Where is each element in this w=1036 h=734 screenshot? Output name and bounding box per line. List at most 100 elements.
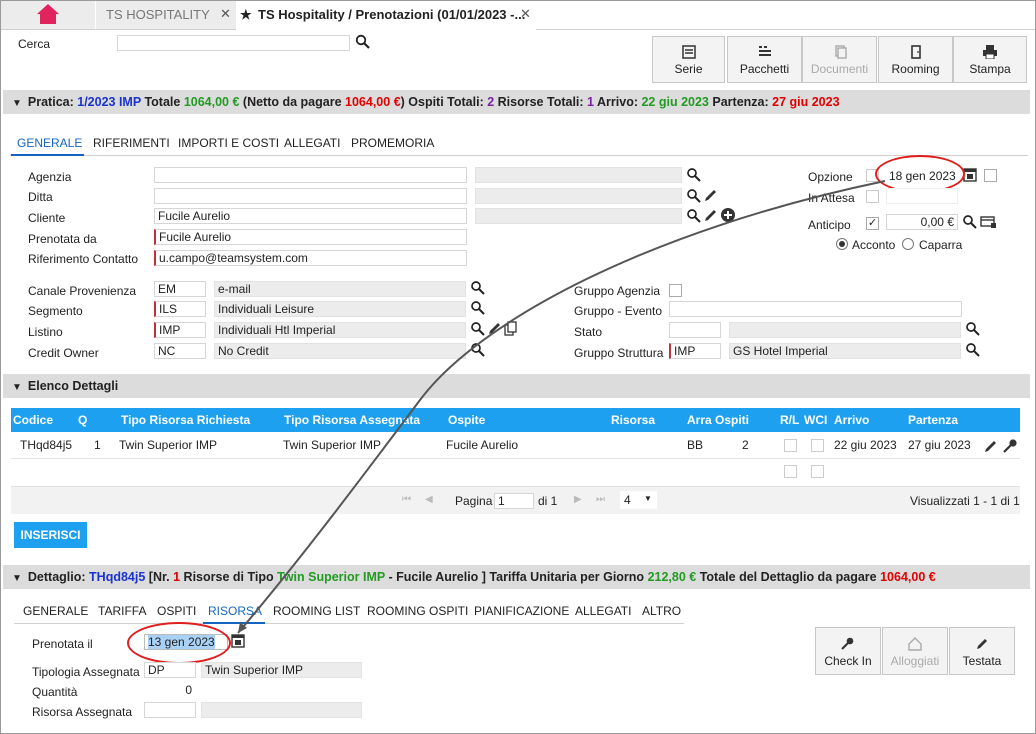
col-risorsa[interactable]: Risorsa <box>611 413 655 427</box>
rl-checkbox-empty[interactable] <box>784 465 797 478</box>
dettaglio-bar[interactable]: ▼ Dettaglio: THqd84j5 [Nr. 1 Risorse di T… <box>3 565 1030 589</box>
col-partenza[interactable]: Partenza <box>908 413 958 427</box>
rooming-button[interactable]: Rooming <box>878 36 953 83</box>
gruppo-evento-input[interactable] <box>669 301 962 317</box>
acconto-radio[interactable] <box>836 238 848 250</box>
lookup-icon[interactable] <box>686 208 702 224</box>
key-icon[interactable] <box>1002 438 1018 454</box>
edit-icon[interactable] <box>703 188 718 203</box>
col-ospite[interactable]: Ospite <box>448 413 485 427</box>
collapse-icon[interactable]: ▼ <box>12 376 22 400</box>
opzione-flag-checkbox[interactable] <box>984 169 997 182</box>
inserisci-button[interactable]: INSERISCI <box>14 522 87 548</box>
col-tipo-richiesta[interactable]: Tipo Risorsa Richiesta <box>121 413 250 427</box>
edit-icon[interactable] <box>983 439 998 454</box>
payment-icon[interactable] <box>980 215 997 229</box>
first-page-icon[interactable]: ⏮ <box>402 494 411 505</box>
in-attesa-checkbox[interactable] <box>866 190 879 203</box>
tab-ts-hospitality[interactable]: TS HOSPITALITY ✕ <box>96 0 236 29</box>
tipologia-code[interactable]: DP <box>144 662 196 678</box>
tab-risorsa[interactable]: RISORSA <box>208 604 262 618</box>
risorsa-assegnata-code[interactable] <box>144 702 196 718</box>
tab-ospiti[interactable]: OSPITI <box>157 604 196 618</box>
lookup-icon[interactable] <box>962 214 978 230</box>
listino-code[interactable]: IMP <box>154 322 206 338</box>
ditta-input[interactable] <box>154 188 467 204</box>
gruppo-agenzia-checkbox[interactable] <box>669 284 682 297</box>
tab-allegati[interactable]: ALLEGATI <box>284 136 340 150</box>
agenzia-input[interactable] <box>154 167 467 183</box>
quantita-input[interactable]: 0 <box>144 682 196 698</box>
stato-code[interactable] <box>669 322 721 338</box>
wci-checkbox[interactable] <box>811 439 824 452</box>
anticipo-input[interactable]: 0,00 € <box>886 214 958 230</box>
lookup-icon[interactable] <box>470 342 486 358</box>
add-user-icon[interactable] <box>720 207 736 223</box>
pacchetti-button[interactable]: Pacchetti <box>727 36 802 83</box>
close-icon[interactable]: ✕ <box>220 6 231 22</box>
tab-altro[interactable]: ALTRO <box>642 604 681 618</box>
wci-checkbox-empty[interactable] <box>811 465 824 478</box>
page-input[interactable]: 1 <box>494 493 534 509</box>
collapse-icon[interactable]: ▼ <box>12 567 22 591</box>
prev-page-icon[interactable]: ◀ <box>425 494 433 505</box>
search-icon[interactable] <box>355 34 371 50</box>
col-q[interactable]: Q <box>78 413 87 427</box>
tab-allegati-detail[interactable]: ALLEGATI <box>575 604 631 618</box>
in-attesa-input[interactable] <box>886 188 958 204</box>
gruppo-struttura-code[interactable]: IMP <box>669 343 721 359</box>
lookup-icon[interactable] <box>965 342 981 358</box>
tab-generale-detail[interactable]: GENERALE <box>23 604 88 618</box>
col-arrivo[interactable]: Arrivo <box>834 413 869 427</box>
tab-rooming-ospiti[interactable]: ROOMING OSPITI <box>367 604 468 618</box>
rl-checkbox[interactable] <box>784 439 797 452</box>
col-rl[interactable]: R/L <box>780 413 799 427</box>
col-codice[interactable]: Codice <box>13 413 53 427</box>
canale-code[interactable]: EM <box>154 281 206 297</box>
check-in-button[interactable]: Check In <box>815 627 881 675</box>
documenti-button[interactable]: Documenti <box>802 36 877 83</box>
calendar-icon[interactable] <box>231 633 245 648</box>
tab-promemoria[interactable]: PROMEMORIA <box>351 136 434 150</box>
tab-generale[interactable]: GENERALE <box>17 136 82 150</box>
tab-prenotazioni[interactable]: ★ TS Hospitality / Prenotazioni (01/01/2… <box>236 0 536 30</box>
table-row[interactable]: THqd84j5 1 Twin Superior IMP Twin Superi… <box>11 433 1020 459</box>
edit-icon[interactable] <box>703 208 718 223</box>
lookup-icon[interactable] <box>686 188 702 204</box>
stampa-button[interactable]: Stampa <box>953 36 1027 83</box>
anticipo-checkbox[interactable]: ✓ <box>866 217 879 230</box>
lookup-icon[interactable] <box>470 280 486 296</box>
home-tab[interactable] <box>0 0 95 29</box>
next-page-icon[interactable]: ▶ <box>574 494 582 505</box>
caparra-radio[interactable] <box>902 238 914 250</box>
testata-button[interactable]: Testata <box>949 627 1015 675</box>
calendar-icon[interactable] <box>963 167 977 182</box>
serie-button[interactable]: Serie <box>652 36 725 83</box>
pratica-bar[interactable]: ▼ Pratica: 1/2023 IMP Totale 1064,00 € (N… <box>3 90 1030 114</box>
tab-rooming-list[interactable]: ROOMING LIST <box>273 604 360 618</box>
tab-pianificazione[interactable]: PIANIFICAZIONE <box>474 604 569 618</box>
col-tipo-assegnata[interactable]: Tipo Risorsa Assegnata <box>284 413 420 427</box>
lookup-icon[interactable] <box>470 321 486 337</box>
copy-icon[interactable] <box>504 321 518 336</box>
col-ospiti[interactable]: Ospiti <box>715 413 749 427</box>
segmento-code[interactable]: ILS <box>154 301 206 317</box>
alloggiati-button[interactable]: Alloggiati <box>882 627 948 675</box>
cliente-input[interactable]: Fucile Aurelio <box>154 208 467 224</box>
edit-icon[interactable] <box>487 321 502 336</box>
collapse-icon[interactable]: ▼ <box>12 92 22 116</box>
last-page-icon[interactable]: ⏭ <box>596 494 605 505</box>
search-input[interactable] <box>117 35 350 51</box>
riferimento-input[interactable]: u.campo@teamsystem.com <box>154 250 467 266</box>
tab-riferimenti[interactable]: RIFERIMENTI <box>93 136 170 150</box>
lookup-icon[interactable] <box>470 300 486 316</box>
credit-owner-code[interactable]: NC <box>154 343 206 359</box>
lookup-icon[interactable] <box>965 321 981 337</box>
page-size-select[interactable]: 4 ▼ <box>620 491 657 509</box>
tab-importi-costi[interactable]: IMPORTI E COSTI <box>178 136 279 150</box>
lookup-icon[interactable] <box>686 167 702 183</box>
tab-tariffa[interactable]: TARIFFA <box>98 604 146 618</box>
close-icon[interactable]: ✕ <box>520 6 531 22</box>
col-arra[interactable]: Arra <box>687 413 712 427</box>
elenco-dettagli-bar[interactable]: ▼ Elenco Dettagli <box>3 374 1030 398</box>
